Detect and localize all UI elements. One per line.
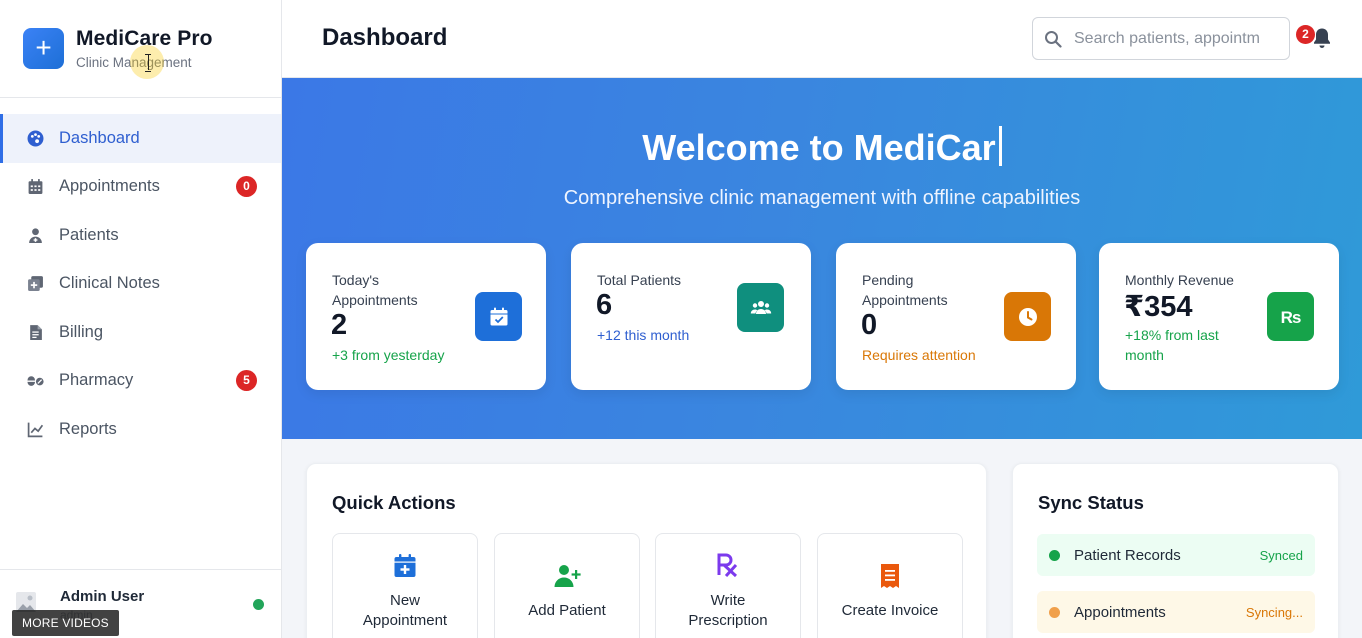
sidebar-item-patients[interactable]: Patients — [0, 211, 281, 260]
sidebar-item-label: Dashboard — [59, 128, 140, 147]
sidebar-item-label: Reports — [59, 419, 117, 438]
online-status-dot — [253, 599, 264, 610]
more-videos-overlay[interactable]: MORE VIDEOS — [12, 610, 119, 636]
sidebar: + MediCare Pro Clinic Management Dashboa… — [0, 0, 282, 638]
stat-card-todays-appointments[interactable]: Today's Appointments 2 +3 from yesterday — [306, 243, 546, 390]
stat-note: Requires attention — [862, 347, 976, 363]
action-label: Add Patient — [528, 602, 606, 619]
pharmacy-count-badge: 5 — [236, 370, 257, 392]
chart-line-icon — [26, 420, 44, 438]
create-invoice-button[interactable]: Create Invoice — [817, 533, 963, 638]
stat-note: +18% from last month — [1125, 327, 1219, 363]
welcome-title: Welcome to MediCar — [282, 126, 1362, 169]
stat-label: Pending Appointments — [862, 272, 948, 308]
stat-note: +3 from yesterday — [332, 347, 445, 363]
user-panel[interactable]: Admin User admin MORE VIDEOS — [0, 569, 281, 638]
calendar-check-icon — [475, 292, 522, 341]
sidebar-item-reports[interactable]: Reports — [0, 405, 281, 454]
stat-value: 2 — [331, 309, 348, 341]
welcome-subtitle: Comprehensive clinic management with off… — [563, 187, 1081, 209]
sync-item-name: Patient Records — [1074, 546, 1181, 564]
sync-row-patient-records: Patient Records Synced — [1037, 534, 1315, 576]
add-patient-button[interactable]: Add Patient — [494, 533, 640, 638]
svg-text:₨: ₨ — [1280, 308, 1301, 327]
palette-icon — [26, 129, 44, 147]
sync-item-state: Syncing... — [1245, 604, 1303, 620]
prescription-icon — [656, 551, 800, 579]
sidebar-item-label: Patients — [59, 225, 119, 244]
notification-badge: 2 — [1296, 25, 1315, 44]
clock-icon — [1004, 292, 1051, 341]
sync-status-dot — [1049, 549, 1060, 561]
sidebar-item-clinical-notes[interactable]: Clinical Notes — [0, 260, 281, 309]
page-title: Dashboard — [322, 24, 448, 51]
plus-icon: + — [23, 28, 64, 69]
invoice-icon — [26, 323, 44, 341]
welcome-banner: Welcome to MediCar Comprehensive clinic … — [282, 78, 1362, 439]
sync-item-state: Synced — [1259, 547, 1303, 563]
notes-medical-icon — [26, 275, 44, 293]
sidebar-item-label: Billing — [59, 322, 104, 341]
appointments-count-badge: 0 — [236, 176, 257, 198]
user-name: Admin User — [60, 588, 145, 605]
calendar-icon — [26, 178, 44, 196]
sidebar-item-label: Clinical Notes — [59, 274, 160, 293]
sidebar-nav: Dashboard Appointments 0 Patients Clinic… — [0, 98, 281, 454]
sidebar-item-label: Pharmacy — [59, 371, 134, 390]
action-label: New Appointment — [362, 592, 448, 629]
sync-status-title: Sync Status — [1038, 492, 1144, 513]
sync-item-name: Appointments — [1074, 603, 1166, 621]
typing-caret — [998, 126, 1002, 166]
welcome-title-text: Welcome to MediCar — [642, 127, 996, 168]
new-appointment-button[interactable]: New Appointment — [332, 533, 478, 638]
user-plus-icon — [495, 562, 639, 590]
calendar-plus-icon — [333, 552, 477, 580]
search-icon — [1045, 30, 1062, 48]
text-cursor-icon — [145, 54, 151, 72]
search-input[interactable] — [1074, 29, 1284, 48]
stat-card-total-patients[interactable]: Total Patients 6 +12 this month — [571, 243, 811, 390]
action-label: Create Invoice — [841, 602, 939, 619]
sidebar-item-dashboard[interactable]: Dashboard — [0, 114, 281, 163]
stat-value: 0 — [861, 309, 878, 341]
search-box[interactable] — [1032, 17, 1290, 60]
brand[interactable]: + MediCare Pro Clinic Management — [0, 0, 281, 98]
write-prescription-button[interactable]: Write Prescription — [655, 533, 801, 638]
sidebar-item-billing[interactable]: Billing — [0, 308, 281, 357]
sidebar-item-pharmacy[interactable]: Pharmacy 5 — [0, 357, 281, 406]
sync-row-appointments: Appointments Syncing... — [1037, 591, 1315, 633]
quick-actions-panel: Quick Actions New Appointment Add Patien… — [306, 463, 987, 638]
stat-label: Total Patients — [597, 272, 682, 288]
bell-icon[interactable] — [1312, 27, 1332, 49]
rupee-sign-icon: ₨ — [1267, 292, 1314, 341]
user-doctor-icon — [26, 226, 44, 244]
sidebar-item-appointments[interactable]: Appointments 0 — [0, 163, 281, 212]
stat-card-monthly-revenue[interactable]: Monthly Revenue ₹354 +18% from last mont… — [1099, 243, 1339, 390]
quick-actions-title: Quick Actions — [332, 492, 456, 513]
stat-card-pending-appointments[interactable]: Pending Appointments 0 Requires attentio… — [836, 243, 1076, 390]
top-header: Dashboard 2 — [282, 0, 1362, 78]
users-icon — [737, 283, 784, 332]
sync-status-panel: Sync Status Patient Records Synced Appoi… — [1012, 463, 1339, 638]
stat-value: 6 — [596, 289, 613, 321]
action-label: Write Prescription — [688, 592, 768, 629]
stat-note: +12 this month — [597, 327, 690, 343]
stat-value: ₹354 — [1124, 291, 1193, 323]
receipt-icon — [818, 562, 962, 590]
sidebar-item-label: Appointments — [59, 177, 160, 196]
pills-icon — [26, 372, 44, 390]
stat-label: Today's Appointments — [332, 272, 418, 308]
sync-status-dot — [1049, 606, 1060, 618]
stat-label: Monthly Revenue — [1125, 272, 1234, 288]
